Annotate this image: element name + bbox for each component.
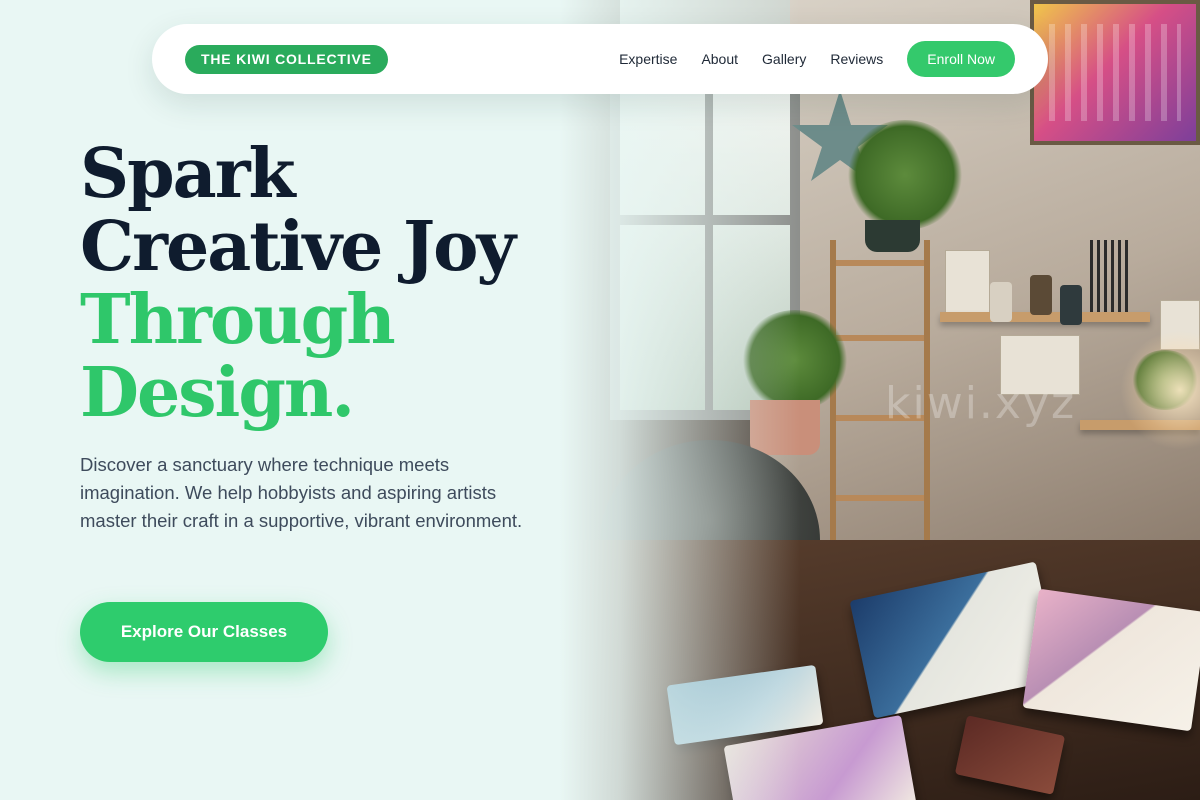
- navbar: THE KIWI COLLECTIVE Expertise About Gall…: [152, 24, 1048, 94]
- headline-line: Spark: [80, 134, 296, 214]
- nav-link-reviews[interactable]: Reviews: [830, 51, 883, 67]
- watermark: kiwi.xyz: [885, 378, 1077, 429]
- nav-links: Expertise About Gallery Reviews: [619, 51, 883, 67]
- hero-headline: Spark Creative Joy Through Design.: [80, 138, 640, 430]
- headline-line-accent: Design.: [80, 353, 355, 433]
- nav-link-expertise[interactable]: Expertise: [619, 51, 677, 67]
- wall-sketch: [945, 250, 990, 315]
- brand-logo[interactable]: THE KIWI COLLECTIVE: [185, 44, 388, 74]
- headline-line: Creative Joy: [80, 207, 516, 287]
- wall-poster: [1030, 0, 1200, 145]
- plant: [845, 120, 965, 230]
- jar: [1030, 275, 1052, 315]
- nav-link-about[interactable]: About: [701, 51, 738, 67]
- explore-classes-button[interactable]: Explore Our Classes: [80, 602, 328, 662]
- headline-line-accent: Through: [80, 280, 396, 360]
- jar: [990, 282, 1012, 322]
- hero-image: kiwi.xyz: [560, 0, 1200, 800]
- plant-pot: [865, 220, 920, 252]
- nav-link-gallery[interactable]: Gallery: [762, 51, 806, 67]
- brush-jar: [1090, 240, 1130, 312]
- sketchbook: [1022, 588, 1200, 732]
- jar: [1060, 285, 1082, 325]
- enroll-now-button[interactable]: Enroll Now: [907, 41, 1015, 77]
- hero-subtitle: Discover a sanctuary where technique mee…: [80, 454, 523, 531]
